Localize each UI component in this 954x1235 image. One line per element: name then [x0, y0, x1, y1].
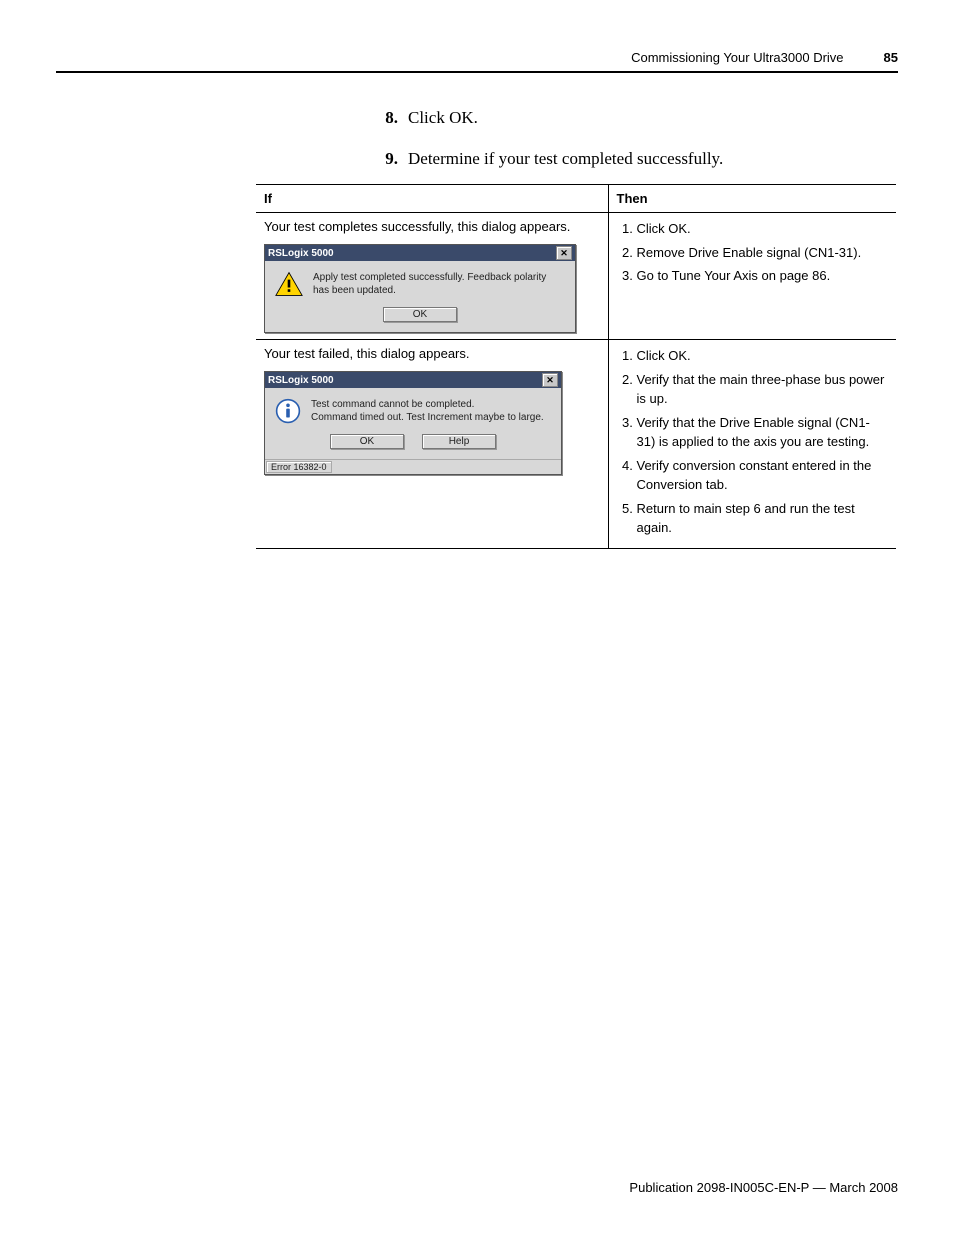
close-icon[interactable]: ✕ — [556, 246, 572, 260]
running-header: Commissioning Your Ultra3000 Drive 85 — [56, 50, 898, 73]
list-item: Click OK. — [637, 219, 889, 239]
if-text: Your test completes successfully, this d… — [264, 219, 600, 234]
step-item: 9. Determine if your test completed succ… — [376, 144, 898, 175]
list-item: Go to Tune Your Axis on page 86. — [637, 266, 889, 286]
dialog-title: RSLogix 5000 — [268, 248, 334, 259]
help-button[interactable]: Help — [422, 434, 496, 449]
dialog-titlebar: RSLogix 5000 ✕ — [265, 245, 575, 261]
dialog-success: RSLogix 5000 ✕ — [264, 244, 576, 333]
warning-icon — [275, 271, 303, 297]
step-number: 9. — [376, 144, 398, 175]
step-text: Click OK. — [408, 103, 478, 134]
publication-footer: Publication 2098-IN005C-EN-P — March 200… — [629, 1180, 898, 1195]
table-row: Your test failed, this dialog appears. R… — [256, 340, 896, 549]
list-item: Verify conversion constant entered in th… — [637, 456, 889, 495]
list-item: Verify that the main three-phase bus pow… — [637, 370, 889, 409]
dialog-title: RSLogix 5000 — [268, 375, 334, 386]
dialog-message: Apply test completed successfully. Feedb… — [313, 271, 565, 297]
status-text: Error 16382-0 — [266, 461, 332, 473]
then-list: Click OK. Remove Drive Enable signal (CN… — [621, 219, 889, 286]
list-item: Remove Drive Enable signal (CN1-31). — [637, 243, 889, 263]
col-header-then: Then — [608, 185, 896, 213]
if-then-table: If Then Your test completes successfully… — [256, 184, 896, 549]
then-list: Click OK. Verify that the main three-pha… — [621, 346, 889, 538]
col-header-if: If — [256, 185, 608, 213]
ok-button[interactable]: OK — [383, 307, 457, 322]
info-icon — [275, 398, 301, 424]
step-list: 8. Click OK. 9. Determine if your test c… — [376, 103, 898, 174]
dialog-titlebar: RSLogix 5000 ✕ — [265, 372, 561, 388]
list-item: Click OK. — [637, 346, 889, 366]
if-text: Your test failed, this dialog appears. — [264, 346, 600, 361]
header-title: Commissioning Your Ultra3000 Drive — [631, 50, 843, 65]
step-number: 8. — [376, 103, 398, 134]
table-row: Your test completes successfully, this d… — [256, 213, 896, 340]
ok-button[interactable]: OK — [330, 434, 404, 449]
dialog-failed: RSLogix 5000 ✕ — [264, 371, 562, 475]
page-number: 85 — [884, 50, 898, 65]
list-item: Return to main step 6 and run the test a… — [637, 499, 889, 538]
close-icon[interactable]: ✕ — [542, 373, 558, 387]
dialog-message: Test command cannot be completed. Comman… — [311, 398, 544, 424]
dialog-statusbar: Error 16382-0 — [265, 459, 561, 474]
list-item: Verify that the Drive Enable signal (CN1… — [637, 413, 889, 452]
step-text: Determine if your test completed success… — [408, 144, 723, 175]
step-item: 8. Click OK. — [376, 103, 898, 134]
